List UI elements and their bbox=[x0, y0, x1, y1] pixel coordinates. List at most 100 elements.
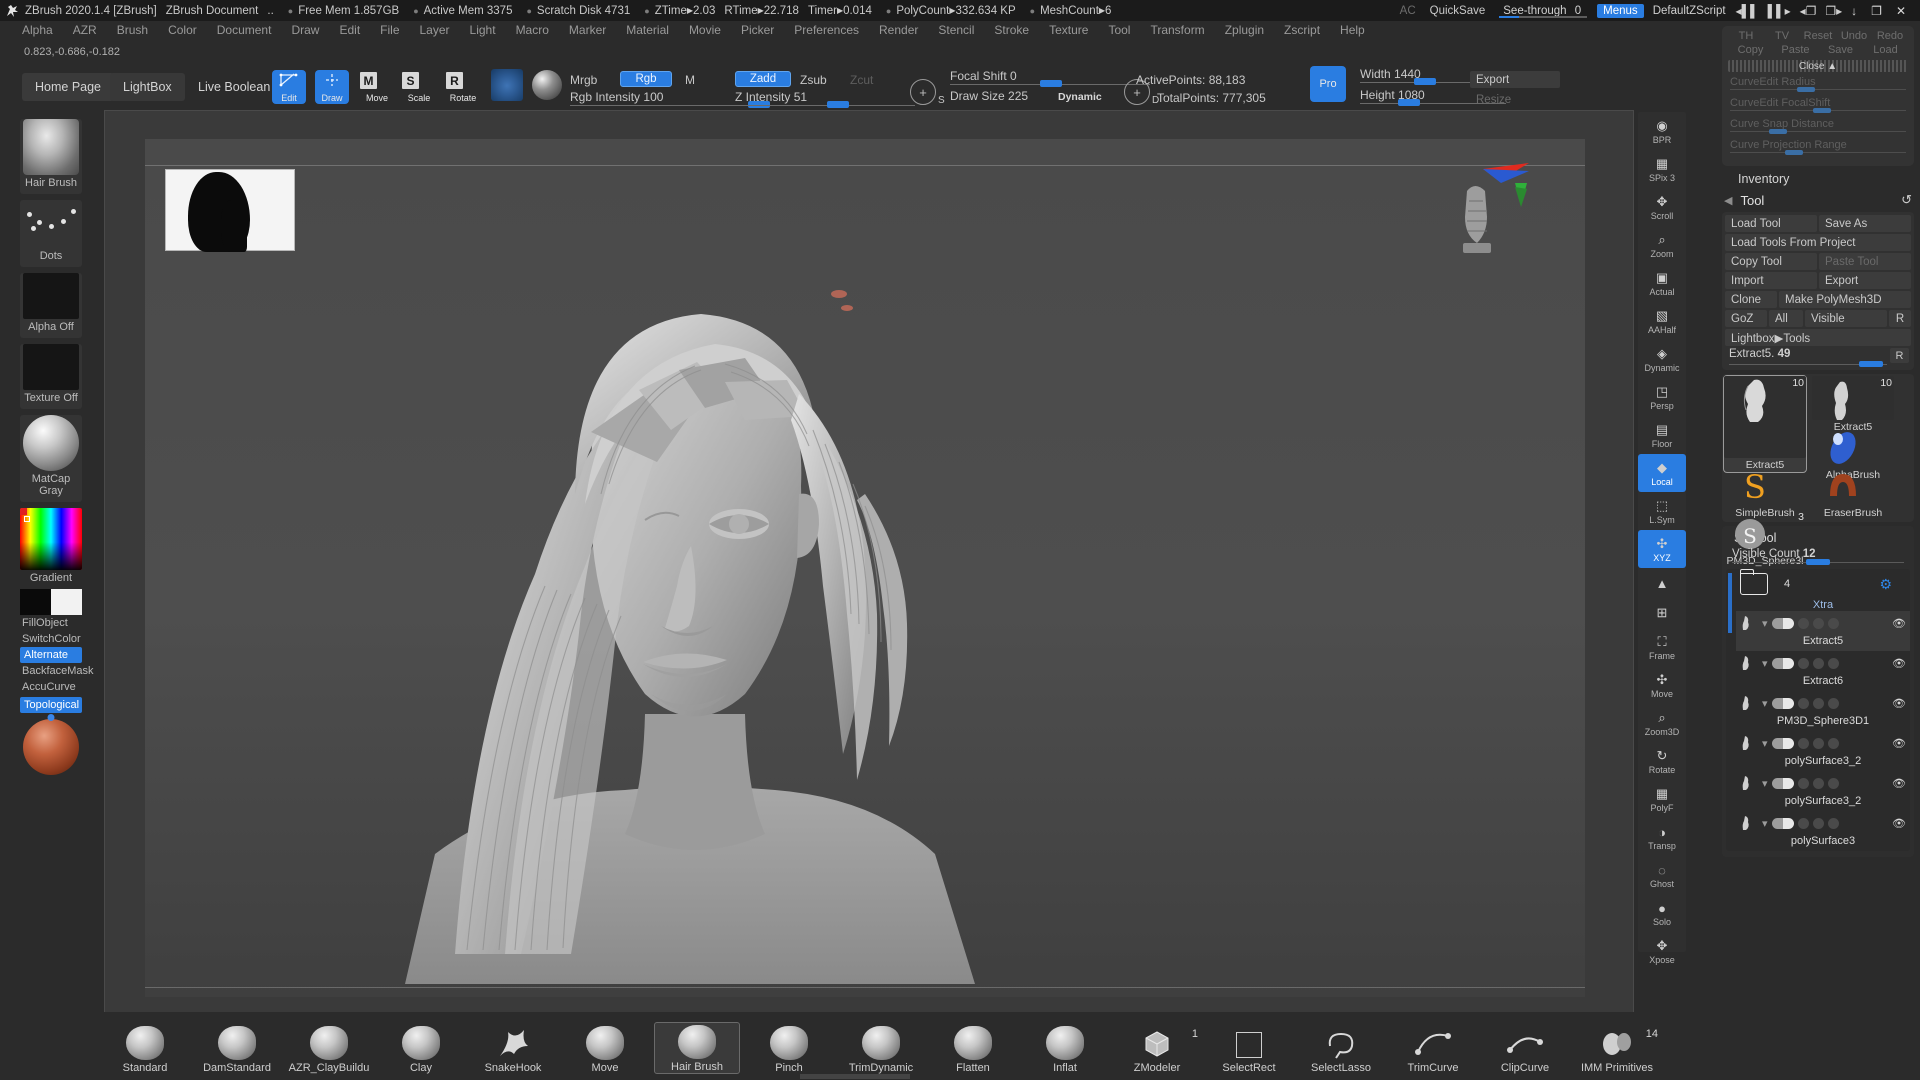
subtool-toggles[interactable]: ▾ bbox=[1762, 817, 1839, 830]
curve-btn-undo[interactable]: Undo bbox=[1836, 30, 1872, 42]
window-next-icon[interactable]: ❐▸ bbox=[1825, 4, 1842, 18]
subtool-polypaint-toggle[interactable] bbox=[1797, 697, 1809, 709]
all-button[interactable]: All bbox=[1769, 310, 1803, 327]
zcut-button[interactable]: Zcut bbox=[850, 73, 873, 87]
mrgb-button[interactable]: Mrgb bbox=[570, 73, 597, 87]
subtool-polypaint-toggle[interactable] bbox=[1797, 617, 1809, 629]
refresh-icon[interactable]: ↺ bbox=[1901, 192, 1912, 208]
zscript-label[interactable]: DefaultZScript bbox=[1653, 5, 1726, 17]
brush-clipcurve[interactable]: ClipCurve bbox=[1482, 1026, 1568, 1074]
eye-icon[interactable]: 👁 bbox=[1892, 617, 1906, 630]
shelf-item-bpr[interactable]: ◉ BPR bbox=[1638, 112, 1686, 150]
eye-icon[interactable]: 👁 bbox=[1892, 777, 1906, 790]
subtool-mask-toggle[interactable] bbox=[1812, 737, 1824, 749]
eye-icon[interactable]: 👁 bbox=[1892, 657, 1906, 670]
menus-button[interactable]: Menus bbox=[1597, 3, 1644, 18]
color-slot[interactable]: Gradient bbox=[20, 508, 82, 589]
zscript-next-icon[interactable]: ▌▌▸ bbox=[1768, 4, 1791, 18]
curve-slider-knob[interactable] bbox=[1784, 150, 1803, 155]
quicksave-button[interactable]: QuickSave bbox=[1430, 5, 1486, 17]
focal-shift-stylus-icon[interactable]: + bbox=[910, 79, 936, 105]
backface-mask-button[interactable]: BackfaceMask bbox=[20, 663, 94, 679]
brush-clay[interactable]: Clay bbox=[378, 1026, 464, 1074]
menu-item-zscript[interactable]: Zscript bbox=[1284, 23, 1320, 37]
subtool-visibility-toggle[interactable] bbox=[1771, 617, 1794, 629]
subtool-arrow-icon[interactable]: ▾ bbox=[1762, 617, 1768, 630]
width-knob[interactable] bbox=[1414, 78, 1436, 85]
brush-imm-primitives[interactable]: IMM Primitives 14 bbox=[1574, 1026, 1660, 1074]
curve-slider-knob[interactable] bbox=[1812, 108, 1831, 113]
zsub-button[interactable]: Zsub bbox=[800, 73, 827, 87]
curve-btn-th[interactable]: TH bbox=[1728, 30, 1764, 42]
brush-trimcurve[interactable]: TrimCurve bbox=[1390, 1026, 1476, 1074]
brush-hair-brush[interactable]: Hair Brush bbox=[654, 1022, 740, 1074]
material-thumbnail[interactable] bbox=[23, 415, 79, 471]
shelf-item-polyf[interactable]: ▦ PolyF bbox=[1638, 780, 1686, 818]
menu-item-texture[interactable]: Texture bbox=[1049, 23, 1088, 37]
fill-object-button[interactable]: FillObject bbox=[20, 615, 82, 631]
subtool-row[interactable]: ▾ 👁 bbox=[1736, 731, 1910, 755]
subtool-toggles[interactable]: ▾ bbox=[1762, 617, 1839, 630]
shelf-item-ghost[interactable]: ◌ Ghost bbox=[1638, 856, 1686, 894]
window-prev-icon[interactable]: ◂❐ bbox=[1800, 4, 1817, 18]
dynamic-toggle[interactable]: Dynamic bbox=[1058, 91, 1102, 103]
eye-icon[interactable]: 👁 bbox=[1892, 817, 1906, 830]
save-as-button[interactable]: Save As bbox=[1819, 215, 1911, 232]
subtool-row[interactable]: ▾ 👁 bbox=[1736, 811, 1910, 835]
menu-item-zplugin[interactable]: Zplugin bbox=[1225, 23, 1264, 37]
color-picker-swatch[interactable] bbox=[20, 508, 82, 570]
subtool-polypaint-toggle[interactable] bbox=[1797, 817, 1809, 829]
subtool-visibility-toggle[interactable] bbox=[1771, 817, 1794, 829]
restore-button[interactable]: ❐ bbox=[1871, 4, 1882, 18]
menu-item-color[interactable]: Color bbox=[168, 23, 197, 37]
shelf-item-solo[interactable]: ● Solo bbox=[1638, 894, 1686, 932]
close-button[interactable]: ✕ bbox=[1896, 4, 1906, 18]
subtool-mask-toggle[interactable] bbox=[1812, 657, 1824, 669]
shelf-item-xpose[interactable]: ✥ Xpose bbox=[1638, 932, 1686, 970]
subtool-toggles[interactable]: ▾ bbox=[1762, 657, 1839, 670]
shelf-item-dynamic[interactable]: ◈ Dynamic bbox=[1638, 340, 1686, 378]
scale-button[interactable]: S Scale bbox=[402, 70, 436, 104]
subtool-polypaint-toggle[interactable] bbox=[1797, 737, 1809, 749]
curve-btn-paste[interactable]: Paste bbox=[1773, 44, 1818, 56]
rgb-button[interactable]: Rgb bbox=[620, 71, 672, 87]
m-button[interactable]: M bbox=[685, 73, 695, 87]
home-page-button[interactable]: Home Page bbox=[22, 73, 115, 101]
menu-item-marker[interactable]: Marker bbox=[569, 23, 606, 37]
menu-item-preferences[interactable]: Preferences bbox=[794, 23, 859, 37]
visible-count-slider[interactable]: Visible Count 12 bbox=[1730, 548, 1906, 566]
menu-item-stencil[interactable]: Stencil bbox=[938, 23, 974, 37]
zadd-button[interactable]: Zadd bbox=[735, 71, 791, 87]
curve-btn-copy[interactable]: Copy bbox=[1728, 44, 1773, 56]
shelf-item-transp-arrow-icon[interactable]: ▲ bbox=[1638, 568, 1686, 598]
subtool-mask-toggle[interactable] bbox=[1812, 617, 1824, 629]
brush-standard[interactable]: Standard bbox=[102, 1026, 188, 1074]
subtool-smooth-toggle[interactable] bbox=[1827, 777, 1839, 789]
subtool-row[interactable]: ▾ 👁 bbox=[1736, 611, 1910, 635]
focal-shift-slider[interactable]: Focal Shift 0 bbox=[950, 69, 1150, 87]
current-material-sphere[interactable] bbox=[532, 70, 562, 100]
material-slot[interactable]: MatCap Gray bbox=[20, 415, 82, 502]
menu-item-brush[interactable]: Brush bbox=[117, 23, 148, 37]
paste-tool-button[interactable]: Paste Tool bbox=[1819, 253, 1911, 270]
subtool-row[interactable]: ▾ 👁 bbox=[1736, 771, 1910, 795]
shelf-item-floor[interactable]: ▤ Floor bbox=[1638, 416, 1686, 454]
current-alpha-thumbnail[interactable] bbox=[491, 69, 523, 101]
shelf-item-polyf-icon[interactable]: ⊞ bbox=[1638, 598, 1686, 628]
brush-move[interactable]: Move bbox=[562, 1026, 648, 1074]
current-tool-r-button[interactable]: R bbox=[1890, 348, 1909, 363]
document-export-button[interactable]: Export bbox=[1470, 71, 1560, 88]
menu-item-transform[interactable]: Transform bbox=[1150, 23, 1204, 37]
texture-slot[interactable]: Texture Off bbox=[20, 344, 82, 409]
menu-item-macro[interactable]: Macro bbox=[516, 23, 549, 37]
brush-damstandard[interactable]: DamStandard bbox=[194, 1026, 280, 1074]
color-swatches[interactable] bbox=[20, 589, 82, 615]
menu-item-picker[interactable]: Picker bbox=[741, 23, 774, 37]
shelf-item-zoom3d[interactable]: ⌕ Zoom3D bbox=[1638, 704, 1686, 742]
subtool-visibility-toggle[interactable] bbox=[1771, 697, 1794, 709]
shelf-item-actual[interactable]: ▣ Actual bbox=[1638, 264, 1686, 302]
current-tool-slider[interactable]: Extract5. 49 R bbox=[1725, 348, 1911, 367]
menu-item-material[interactable]: Material bbox=[626, 23, 669, 37]
goz-r-button[interactable]: R bbox=[1889, 310, 1911, 327]
goz-button[interactable]: GoZ bbox=[1725, 310, 1767, 327]
